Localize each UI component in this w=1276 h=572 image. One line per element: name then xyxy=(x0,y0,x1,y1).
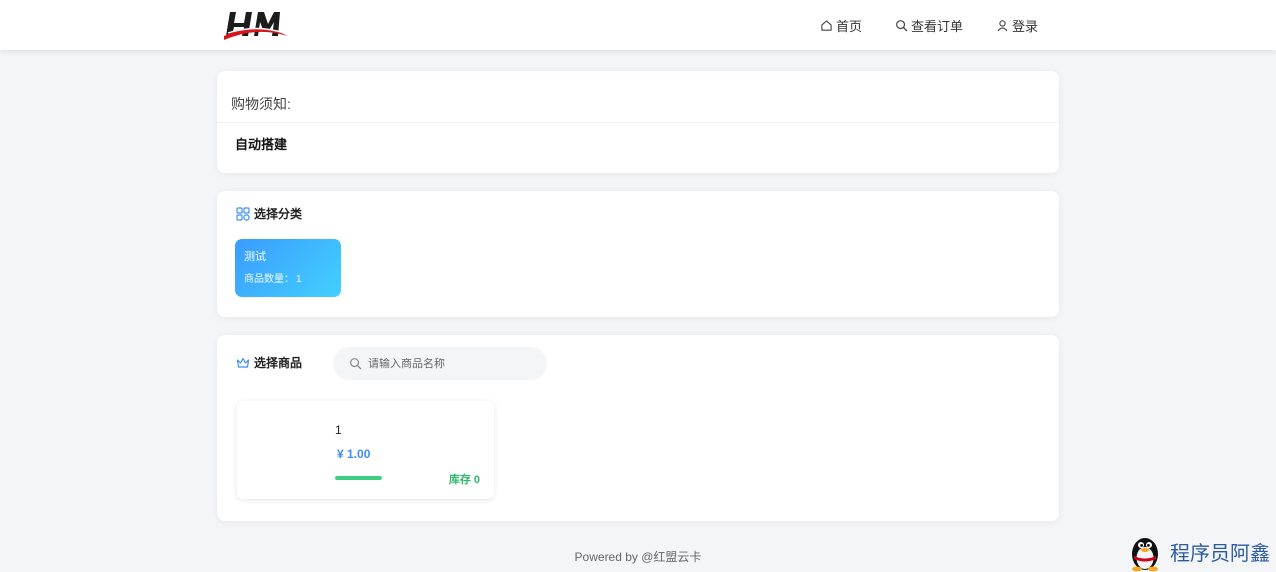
goods-heading: 选择商品 xyxy=(236,354,302,371)
logo-graphic xyxy=(224,12,288,40)
category-card: 选择分类 测试 商品数量： 1 xyxy=(217,191,1059,317)
category-count-label: 商品数量： xyxy=(244,274,294,285)
product-stock-value: 0 xyxy=(473,474,480,486)
nav-orders-label: 查看订单 xyxy=(911,18,964,34)
grid-icon xyxy=(236,206,250,221)
notice-divider xyxy=(217,122,1059,123)
search-icon xyxy=(350,358,362,370)
product-search-box[interactable] xyxy=(333,347,547,380)
goods-card: 选择商品 1 ¥ 1.00 库存0 xyxy=(217,335,1059,521)
category-tile-test[interactable]: 测试 商品数量： 1 xyxy=(235,239,341,297)
site-logo[interactable] xyxy=(222,6,290,44)
category-count: 商品数量： 1 xyxy=(244,270,302,285)
notice-card: 购物须知: 自动搭建 xyxy=(217,71,1059,173)
footer-powered-by: Powered by @红盟云卡 xyxy=(574,550,702,564)
home-icon xyxy=(821,19,832,31)
stock-progress-fill xyxy=(335,476,382,480)
crown-icon xyxy=(236,357,250,368)
search-icon xyxy=(896,19,908,31)
top-header: 首页 查看订单 登录 xyxy=(0,0,1276,50)
category-heading-label: 选择分类 xyxy=(254,207,303,221)
product-name: 1 xyxy=(335,423,342,437)
stock-progress-bar xyxy=(335,476,382,480)
product-stock: 库存 0 xyxy=(449,471,480,487)
notice-title: 购物须知: xyxy=(231,96,291,112)
goods-heading-label: 选择商品 xyxy=(254,356,303,370)
product-price: ¥ 1.00 xyxy=(337,447,371,461)
nav-login-label: 登录 xyxy=(1012,18,1039,34)
notice-body: 自动搭建 xyxy=(235,137,288,152)
nav-orders[interactable]: 查看订单 xyxy=(895,16,963,35)
watermark-text: 程序员阿鑫 xyxy=(1170,542,1270,565)
product-stock-label: 库存 xyxy=(448,474,471,486)
category-count-value: 1 xyxy=(296,274,302,285)
nav-login[interactable]: 登录 xyxy=(996,16,1038,35)
product-search-input[interactable] xyxy=(368,357,538,370)
nav-home-label: 首页 xyxy=(836,18,863,34)
qq-penguin-icon xyxy=(1132,538,1158,572)
product-card[interactable]: 1 ¥ 1.00 库存 0 xyxy=(237,401,494,499)
category-heading: 选择分类 xyxy=(236,205,302,222)
user-icon xyxy=(997,19,1008,31)
nav-home[interactable]: 首页 xyxy=(820,16,862,35)
category-name: 测试 xyxy=(244,251,266,263)
watermark: 程序员阿鑫 xyxy=(1124,530,1270,572)
